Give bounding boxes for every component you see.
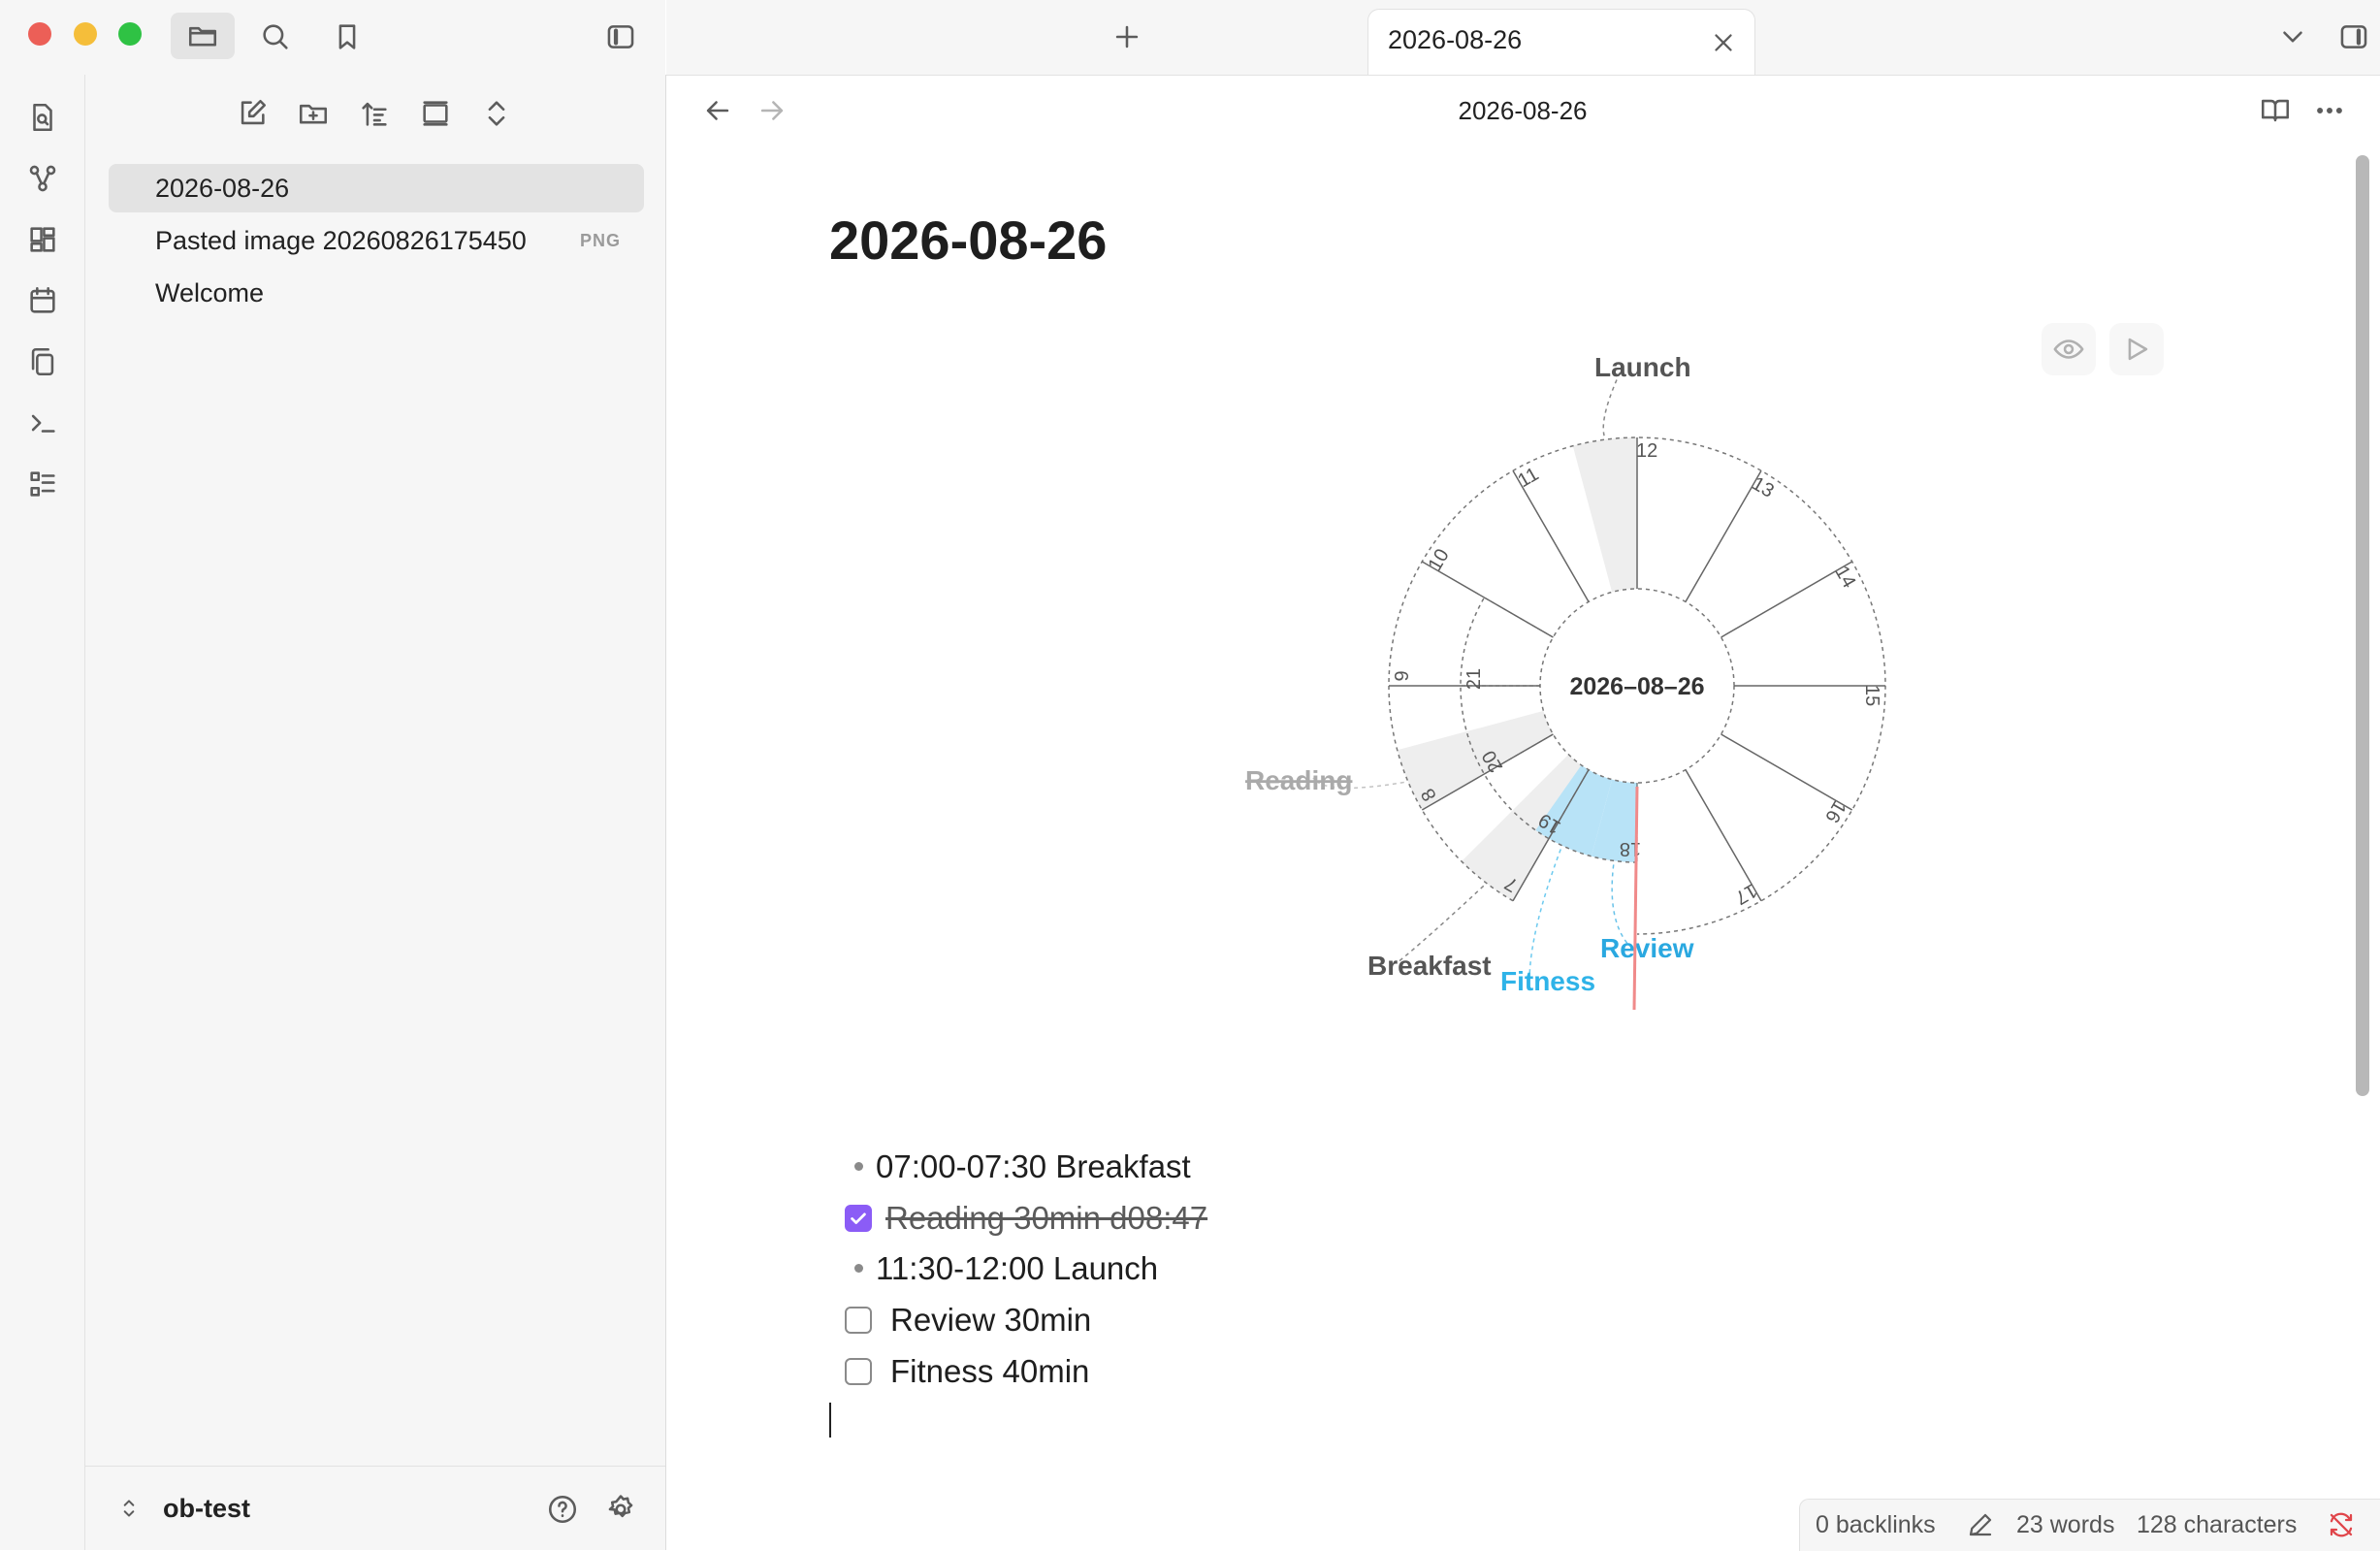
day-planner-chart: 789101112131415161718192021 2026–08–26Lau… [1245, 352, 1886, 1011]
vault-name: ob-test [163, 1494, 250, 1523]
eye-icon[interactable] [2042, 323, 2096, 375]
sort-icon[interactable] [355, 94, 394, 133]
sidebar-toggle-icon[interactable] [601, 17, 640, 56]
hour-tick-label-15: 15 [1861, 685, 1882, 706]
hour-tick-label-11: 11 [1514, 464, 1542, 492]
list-item-breakfast[interactable]: 07:00-07:30 Breakfast [876, 1148, 1191, 1185]
new-folder-icon[interactable] [294, 94, 333, 133]
close-tab-icon[interactable] [1704, 23, 1743, 62]
sync-error-icon[interactable] [2324, 1507, 2359, 1542]
zoom-window-button[interactable] [118, 22, 142, 46]
file-extension-badge: PNG [579, 231, 621, 250]
reading-view-icon[interactable] [2256, 91, 2295, 130]
more-options-icon[interactable] [2310, 91, 2349, 130]
calendar-icon[interactable] [23, 281, 62, 320]
note-title[interactable]: 2026-08-26 [829, 209, 1107, 272]
ribbon [0, 75, 85, 1550]
vault-switcher[interactable]: ob-test [85, 1466, 665, 1551]
word-count: 23 words [2016, 1511, 2115, 1538]
backlinks-count[interactable]: 0 backlinks [1816, 1511, 1936, 1539]
expand-collapse-icon[interactable] [477, 94, 516, 133]
file-item-label: 2026-08-26 [155, 174, 290, 203]
file-search-icon[interactable] [23, 98, 62, 137]
left-titlebar [0, 0, 665, 76]
tab-2026-08-26[interactable]: 2026-08-26 [1367, 9, 1755, 75]
check-icon [851, 1212, 866, 1224]
bullet-point [854, 1264, 863, 1273]
task-text-review[interactable]: Review 30min [890, 1302, 1091, 1339]
tab-list-chevron-icon[interactable] [2273, 17, 2312, 56]
scrollbar[interactable] [2356, 155, 2369, 1096]
event-wedge-launch [1572, 437, 1637, 593]
task-checkbox-review[interactable] [845, 1307, 872, 1334]
event-label-review: Review [1600, 933, 1694, 963]
status-bar: 0 backlinks 23 words 128 characters [1799, 1499, 2380, 1551]
bookmark-icon[interactable] [328, 17, 367, 56]
file-item-label: Pasted image 20260826175450 [155, 226, 527, 255]
terminal-icon[interactable] [23, 404, 62, 442]
bullet-point [854, 1162, 863, 1171]
file-item-label: Welcome [155, 278, 265, 307]
list-item-launch[interactable]: 11:30-12:00 Launch [876, 1250, 1158, 1287]
center-date-label: 2026–08–26 [1569, 673, 1704, 700]
hour-tick-label-9: 9 [1392, 670, 1413, 681]
file-item-2026-08-26[interactable]: 2026-08-26 [109, 164, 644, 212]
search-icon[interactable] [256, 17, 295, 56]
event-leader-fitness [1528, 849, 1561, 980]
new-tab-icon[interactable] [1108, 17, 1146, 56]
file-item-welcome[interactable]: Welcome [109, 269, 644, 317]
hour-tick-label-14: 14 [1830, 563, 1859, 592]
forward-arrow-icon[interactable] [753, 91, 791, 130]
copy-icon[interactable] [23, 342, 62, 381]
graph-icon[interactable] [23, 159, 62, 198]
help-icon[interactable] [543, 1490, 582, 1529]
tab-bar: 2026-08-26 [666, 0, 2380, 76]
settings-gear-icon[interactable] [601, 1490, 640, 1529]
task-checkbox-fitness[interactable] [845, 1358, 872, 1385]
note-breadcrumb: 2026-08-26 [1458, 96, 1588, 125]
right-sidebar-toggle-icon[interactable] [2334, 17, 2373, 56]
back-arrow-icon[interactable] [698, 91, 737, 130]
task-text-reading[interactable]: Reading 30min d08:47 [885, 1200, 1207, 1237]
task-text-fitness[interactable]: Fitness 40min [890, 1353, 1089, 1390]
play-icon[interactable] [2109, 323, 2164, 375]
character-count: 128 characters [2137, 1511, 2298, 1538]
event-label-breakfast: Breakfast [1367, 951, 1492, 981]
canvas-icon[interactable] [23, 220, 62, 259]
event-label-reading: Reading [1245, 765, 1352, 795]
chevron-updown-icon [114, 1492, 144, 1525]
tab-title: 2026-08-26 [1388, 25, 1523, 54]
hour-tick-label-10: 10 [1425, 545, 1454, 574]
task-checkbox-reading[interactable] [845, 1205, 872, 1232]
hour-tick-label-12: 12 [1636, 440, 1657, 462]
file-item-pasted-image[interactable]: Pasted image 20260826175450 PNG [109, 216, 644, 265]
collapse-view-icon[interactable] [416, 94, 455, 133]
minimize-window-button[interactable] [74, 22, 97, 46]
hour-tick-label-21: 21 [1463, 668, 1485, 690]
edit-pencil-icon[interactable] [1963, 1507, 1998, 1542]
event-label-launch: Launch [1594, 352, 1691, 382]
event-label-fitness: Fitness [1500, 966, 1595, 996]
new-note-icon[interactable] [233, 94, 272, 133]
close-window-button[interactable] [28, 22, 51, 46]
outline-list-icon[interactable] [23, 465, 62, 503]
folder-icon[interactable] [171, 13, 235, 59]
text-cursor [829, 1403, 831, 1438]
